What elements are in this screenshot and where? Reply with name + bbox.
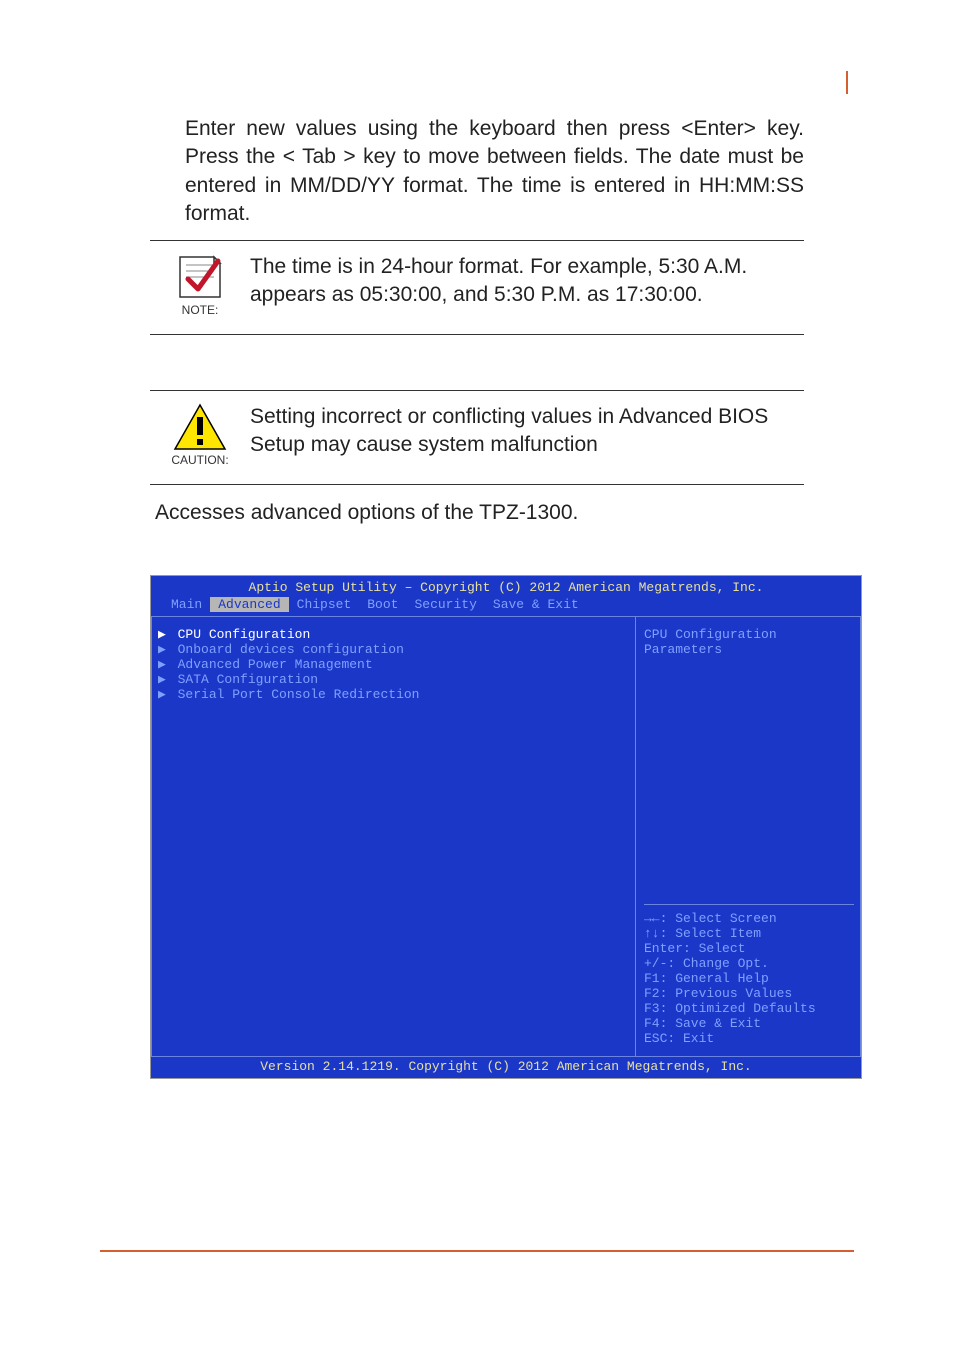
bios-key-line: +/-: Change Opt. — [644, 956, 854, 971]
bios-menu-item-label: CPU Configuration — [170, 627, 310, 642]
bios-key-line: F4: Save & Exit — [644, 1016, 854, 1031]
note-text: The time is in 24-hour format. For examp… — [250, 249, 804, 308]
bios-tab-boot[interactable]: Boot — [359, 597, 406, 612]
caution-callout: CAUTION: Setting incorrect or conflictin… — [150, 390, 804, 485]
bios-key-legend: →←: Select Screen↑↓: Select ItemEnter: S… — [644, 904, 854, 1046]
caution-caption: CAUTION: — [171, 453, 228, 467]
bios-tab-chipset[interactable]: Chipset — [289, 597, 360, 612]
bios-menu-item-label: Advanced Power Management — [170, 657, 373, 672]
bios-menu-item[interactable]: ▶ CPU Configuration — [156, 627, 629, 642]
advanced-description: Accesses advanced options of the TPZ-130… — [155, 501, 804, 525]
bios-key-line: F3: Optimized Defaults — [644, 1001, 854, 1016]
triangle-right-icon: ▶ — [158, 657, 166, 672]
triangle-right-icon: ▶ — [158, 672, 166, 687]
note-icon — [174, 253, 226, 301]
bios-screenshot: Aptio Setup Utility – Copyright (C) 2012… — [150, 575, 862, 1079]
triangle-right-icon: ▶ — [158, 687, 166, 702]
bios-help-panel: CPU Configuration Parameters →←: Select … — [636, 617, 861, 1056]
bios-menu-item[interactable]: ▶ Serial Port Console Redirection — [156, 687, 629, 702]
bios-key-line: ESC: Exit — [644, 1031, 854, 1046]
bios-key-line: →←: Select Screen — [644, 911, 854, 926]
bios-tab-save-exit[interactable]: Save & Exit — [485, 597, 587, 612]
intro-paragraph: Enter new values using the keyboard then… — [185, 115, 804, 228]
bios-menu: ▶ CPU Configuration▶ Onboard devices con… — [151, 617, 636, 1056]
bios-menu-item-label: Serial Port Console Redirection — [170, 687, 420, 702]
bios-menu-item-label: Onboard devices configuration — [170, 642, 404, 657]
bios-tab-bar: MainAdvancedChipsetBootSecuritySave & Ex… — [151, 597, 861, 616]
caution-text: Setting incorrect or conflicting values … — [250, 399, 804, 458]
bios-key-line: F2: Previous Values — [644, 986, 854, 1001]
bios-help-text: CPU Configuration Parameters — [644, 627, 854, 837]
triangle-right-icon: ▶ — [158, 642, 166, 657]
bios-menu-item[interactable]: ▶ SATA Configuration — [156, 672, 629, 687]
bios-menu-item-label: SATA Configuration — [170, 672, 318, 687]
bios-key-line: F1: General Help — [644, 971, 854, 986]
bios-footer: Version 2.14.1219. Copyright (C) 2012 Am… — [151, 1056, 861, 1078]
note-caption: NOTE: — [182, 303, 219, 317]
bios-title: Aptio Setup Utility – Copyright (C) 2012… — [151, 576, 861, 597]
bios-tab-security[interactable]: Security — [406, 597, 484, 612]
caution-icon — [173, 403, 227, 451]
page-footer-divider — [100, 1250, 854, 1252]
bios-tab-main[interactable]: Main — [163, 597, 210, 612]
triangle-right-icon: ▶ — [158, 627, 166, 642]
bios-key-line: ↑↓: Select Item — [644, 926, 854, 941]
bios-menu-item[interactable]: ▶ Advanced Power Management — [156, 657, 629, 672]
bios-tab-advanced[interactable]: Advanced — [210, 597, 288, 612]
bios-menu-item[interactable]: ▶ Onboard devices configuration — [156, 642, 629, 657]
bios-key-line: Enter: Select — [644, 941, 854, 956]
note-callout: NOTE: The time is in 24-hour format. For… — [150, 240, 804, 335]
header-accent-bar — [846, 71, 848, 94]
